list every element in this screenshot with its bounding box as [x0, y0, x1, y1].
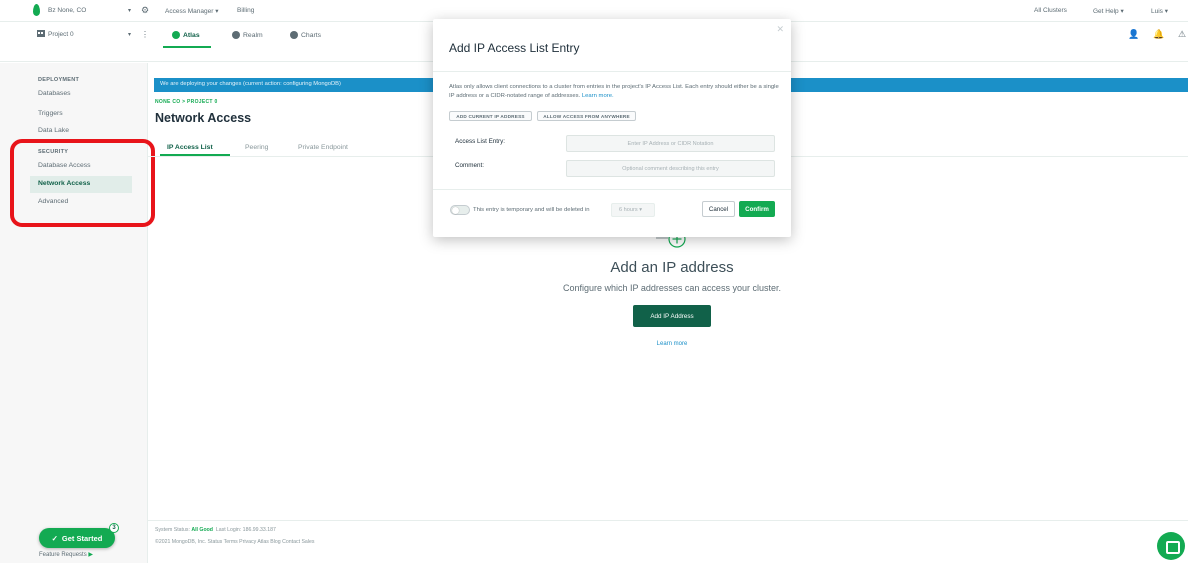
chat-support-button[interactable]	[1157, 532, 1185, 560]
feature-requests-label: Feature Requests	[39, 552, 87, 558]
project-folder-icon	[37, 30, 45, 37]
tab-atlas[interactable]: Atlas	[172, 31, 200, 39]
add-current-ip-button[interactable]: ADD CURRENT IP ADDRESS	[449, 111, 532, 121]
sidebar-item-database-access[interactable]: Database Access	[38, 162, 91, 169]
invite-user-icon[interactable]: 👤	[1128, 29, 1139, 40]
add-ip-access-list-entry-modal: ✕ Add IP Access List Entry Atlas only al…	[433, 19, 791, 237]
get-help-label: Get Help	[1093, 8, 1119, 15]
tab-atlas-label: Atlas	[183, 31, 200, 39]
user-menu[interactable]: Luis ▾	[1151, 7, 1168, 15]
allow-access-from-anywhere-button[interactable]: ALLOW ACCESS FROM ANYWHERE	[537, 111, 636, 121]
sidebar-item-triggers[interactable]: Triggers	[38, 110, 63, 117]
access-list-entry-input[interactable]: Enter IP Address or CIDR Notation	[566, 135, 775, 152]
chevron-down-icon[interactable]: ▾	[128, 7, 131, 14]
empty-state-description: Configure which IP addresses can access …	[563, 283, 781, 293]
temporary-entry-label: This entry is temporary and will be dele…	[473, 207, 590, 213]
all-clusters-link[interactable]: All Clusters	[1034, 7, 1067, 14]
megaphone-icon: ▶	[88, 552, 93, 558]
get-help-menu[interactable]: Get Help ▾	[1093, 7, 1124, 15]
alerts-icon[interactable]: ⚠	[1178, 29, 1186, 40]
more-options-icon[interactable]: ⋮	[141, 30, 149, 39]
chevron-down-icon: ▾	[1164, 8, 1169, 15]
sidebar-item-network-access[interactable]: Network Access	[38, 180, 90, 187]
modal-description: Atlas only allows client connections to …	[449, 83, 779, 100]
page-title: Network Access	[155, 111, 252, 125]
sidebar-item-advanced[interactable]: Advanced	[38, 198, 68, 205]
toggle-knob	[452, 207, 459, 214]
get-started-button[interactable]: ✓ Get Started	[39, 528, 115, 548]
active-tab-indicator	[163, 46, 211, 48]
access-manager-menu[interactable]: Access Manager ▾	[165, 7, 219, 15]
footer-status: System Status: All Good Last Login: 186.…	[155, 527, 276, 533]
access-list-entry-label: Access List Entry:	[455, 138, 506, 145]
feature-requests-link[interactable]: Feature Requests ▶	[39, 551, 93, 558]
footer-divider	[148, 520, 1188, 521]
comment-label: Comment:	[455, 162, 485, 169]
footer-links[interactable]: ©2021 MongoDB, Inc. Status Terms Privacy…	[155, 539, 314, 545]
charts-icon	[290, 31, 298, 39]
breadcrumb[interactable]: NONE CO > PROJECT 0	[155, 99, 218, 105]
get-started-label: Get Started	[61, 533, 103, 543]
chevron-down-icon: ▾	[215, 8, 219, 15]
modal-learn-more-link[interactable]: Learn more.	[582, 93, 614, 99]
get-started-count-badge: 3	[109, 523, 119, 533]
chevron-down-icon: ▾	[1120, 8, 1124, 15]
tab-peering[interactable]: Peering	[245, 144, 268, 151]
tab-charts-label: Charts	[301, 31, 322, 39]
modal-divider	[433, 71, 791, 72]
billing-link[interactable]: Billing	[237, 7, 254, 14]
cancel-button[interactable]: Cancel	[702, 201, 735, 217]
organization-selector[interactable]: Bz None, CO	[48, 7, 86, 14]
project-selector[interactable]: Project 0	[48, 31, 74, 38]
confirm-button[interactable]: Confirm	[739, 201, 775, 217]
modal-divider	[433, 189, 791, 190]
hours-select[interactable]: 6 hours ▾	[611, 203, 655, 217]
comment-input[interactable]: Optional comment describing this entry	[566, 160, 775, 177]
modal-title: Add IP Access List Entry	[449, 41, 580, 55]
user-name: Luis	[1151, 8, 1163, 15]
activity-feed-icon[interactable]: 🔔	[1153, 29, 1164, 40]
add-ip-address-button[interactable]: Add IP Address	[633, 305, 711, 327]
tab-ip-access-list[interactable]: IP Access List	[167, 144, 213, 151]
tab-realm-label: Realm	[243, 31, 263, 39]
gear-icon[interactable]: ⚙	[141, 5, 149, 16]
realm-icon	[232, 31, 240, 39]
system-status-label: System Status:	[155, 527, 190, 533]
learn-more-link[interactable]: Learn more	[642, 341, 702, 347]
atlas-globe-icon	[172, 31, 180, 39]
close-icon[interactable]: ✕	[776, 24, 784, 35]
empty-state-title: Add an IP address	[610, 259, 734, 276]
tab-realm[interactable]: Realm	[232, 31, 263, 39]
mongodb-leaf-logo[interactable]	[33, 4, 40, 16]
chevron-down-icon: ▾	[639, 207, 643, 213]
security-heading: SECURITY	[38, 149, 69, 155]
left-sidebar	[0, 63, 148, 563]
last-login: Last Login: 186.99.33.187	[215, 527, 276, 533]
chevron-down-icon[interactable]: ▾	[128, 31, 131, 38]
deployment-heading: DEPLOYMENT	[38, 77, 80, 83]
sidebar-item-databases[interactable]: Databases	[38, 90, 71, 97]
tab-private-endpoint[interactable]: Private Endpoint	[298, 144, 348, 151]
tab-charts[interactable]: Charts	[290, 31, 321, 39]
access-manager-label: Access Manager	[165, 8, 214, 15]
sidebar-item-data-lake[interactable]: Data Lake	[38, 127, 69, 134]
temporary-entry-toggle[interactable]	[450, 205, 470, 215]
hours-select-value: 6 hours	[619, 207, 638, 213]
check-circle-icon: ✓	[51, 533, 58, 543]
system-status-value[interactable]: All Good	[191, 527, 213, 533]
